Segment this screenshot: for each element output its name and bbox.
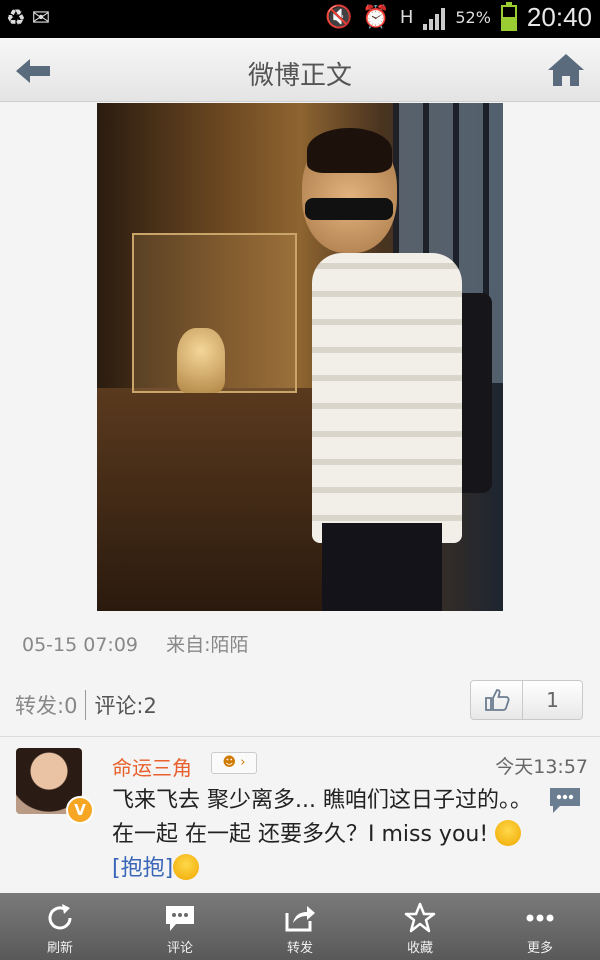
forward-count[interactable]: 转发:0 bbox=[15, 690, 77, 720]
clock: 20:40 bbox=[526, 2, 592, 32]
favorite-button[interactable]: 收藏 bbox=[360, 893, 480, 960]
member-badge[interactable]: ☻ › bbox=[211, 752, 257, 774]
more-button[interactable]: 更多 bbox=[480, 893, 600, 960]
mute-icon: 🔇 bbox=[325, 4, 353, 30]
photo-shirt bbox=[312, 253, 462, 543]
network-type: H bbox=[399, 6, 414, 28]
comment-body: 飞来飞去 聚少离多... 瞧咱们这日子过的。。在一起 在一起 还要多久？I mi… bbox=[112, 788, 532, 847]
post-date: 05-15 07:09 bbox=[22, 634, 139, 656]
post-meta: 05-15 07:09 来自:陌陌 bbox=[22, 630, 248, 657]
more-label: 更多 bbox=[526, 941, 553, 956]
title-bar: 微博正文 bbox=[0, 38, 600, 102]
star-icon bbox=[404, 902, 436, 933]
refresh-icon bbox=[48, 904, 72, 930]
signal-icon bbox=[423, 6, 446, 30]
like-button[interactable]: 1 bbox=[470, 680, 583, 720]
comment-time: 今天13:57 bbox=[495, 756, 588, 778]
refresh-button[interactable]: 刷新 bbox=[0, 893, 120, 960]
refresh-label: 刷新 bbox=[46, 941, 73, 956]
hug-tag[interactable]: [抱抱] bbox=[112, 856, 173, 881]
section-divider bbox=[0, 736, 600, 737]
comment-icon bbox=[166, 906, 194, 931]
home-icon[interactable] bbox=[546, 50, 586, 90]
share-button[interactable]: 转发 bbox=[240, 893, 360, 960]
photo-sunglasses bbox=[305, 198, 393, 220]
verified-badge: V bbox=[66, 796, 94, 824]
battery-percent: 52% bbox=[455, 8, 491, 27]
like-count: 1 bbox=[546, 688, 559, 712]
reply-comment-icon[interactable] bbox=[548, 786, 582, 814]
commenter-name[interactable]: 命运三角 bbox=[112, 752, 192, 781]
thumbs-up-icon bbox=[471, 681, 523, 719]
comment-text: 飞来飞去 聚少离多... 瞧咱们这日子过的。。在一起 在一起 还要多久？I mi… bbox=[112, 784, 542, 886]
kiss-emoji-icon bbox=[495, 820, 522, 846]
more-icon bbox=[526, 914, 554, 922]
post-stats: 转发:0 评论:2 bbox=[15, 690, 157, 720]
favorite-label: 收藏 bbox=[406, 941, 433, 956]
post-photo[interactable] bbox=[97, 103, 503, 611]
share-icon bbox=[285, 906, 315, 932]
stats-divider bbox=[85, 690, 87, 720]
page-title: 微博正文 bbox=[247, 61, 352, 91]
smile-emoji-icon bbox=[173, 854, 200, 880]
alarm-icon: ⏰ bbox=[362, 4, 390, 30]
mail-icon: ✉ bbox=[31, 6, 51, 31]
comment-label: 评论 bbox=[166, 941, 193, 956]
share-label: 转发 bbox=[286, 941, 313, 956]
status-bar: ♻ ✉ 🔇 ⏰ H 52% 20:40 bbox=[0, 0, 600, 38]
comment-count[interactable]: 评论:2 bbox=[94, 690, 156, 720]
post-source: 来自:陌陌 bbox=[166, 634, 249, 656]
recycle-icon: ♻ bbox=[6, 6, 26, 31]
photo-hair bbox=[307, 128, 392, 173]
photo-pants bbox=[322, 523, 442, 611]
comment-button[interactable]: 评论 bbox=[120, 893, 240, 960]
bottom-toolbar: 刷新 评论 转发 收藏 更多 bbox=[0, 893, 600, 960]
photo-figurine bbox=[177, 328, 225, 393]
battery-icon bbox=[500, 1, 517, 31]
